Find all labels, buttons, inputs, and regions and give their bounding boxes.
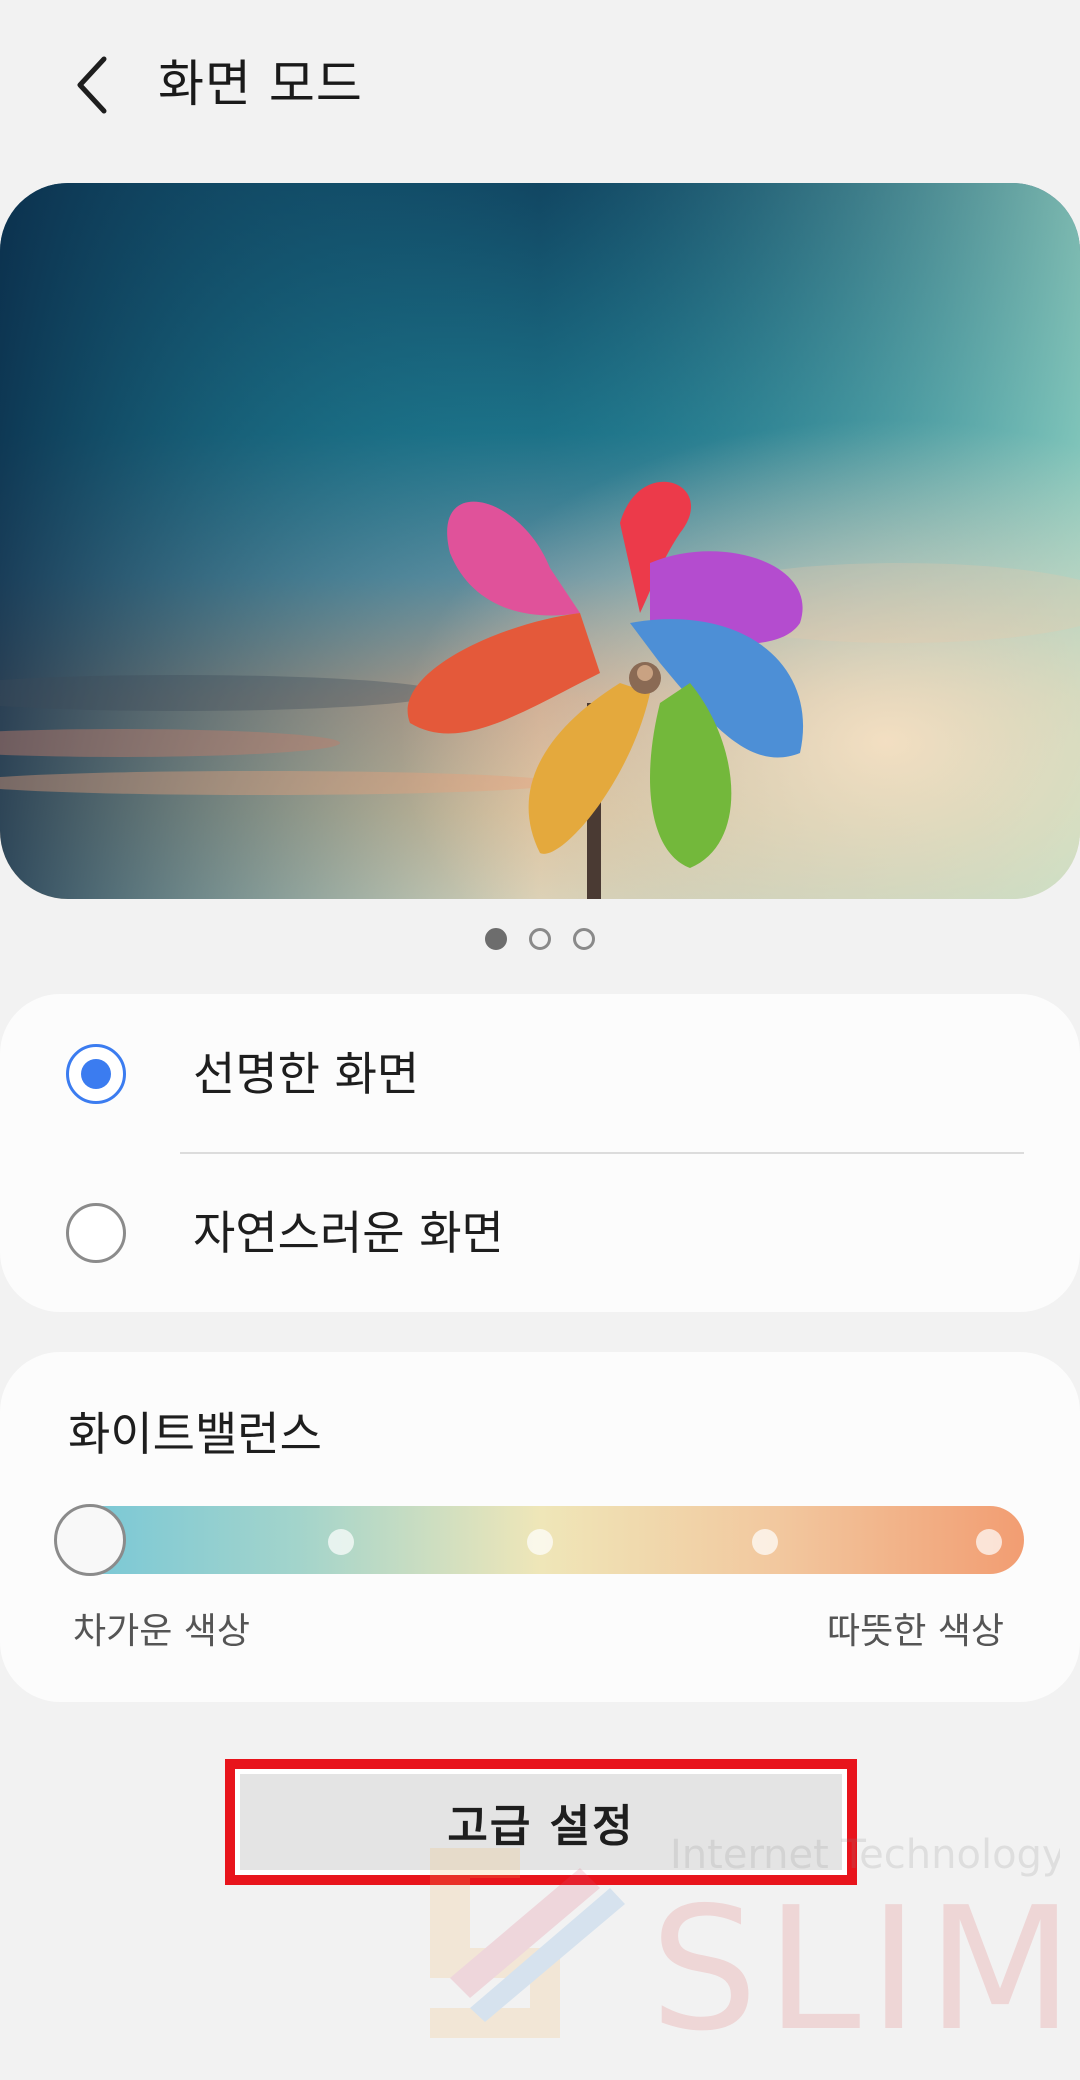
watermark-big-text: SLIM [650,1871,1060,2048]
preview-image[interactable] [0,183,1080,899]
page-title: 화면 모드 [158,55,363,113]
white-balance-slider[interactable] [54,1504,1024,1576]
page-dot-3[interactable] [573,928,595,950]
slider-step[interactable] [752,1529,778,1555]
mode-option-natural[interactable]: 자연스러운 화면 [0,1153,1080,1312]
white-balance-title: 화이트밸런스 [68,1407,322,1461]
page-dot-2[interactable] [529,928,551,950]
mode-option-label: 자연스러운 화면 [193,1205,504,1260]
preview-page-indicator [0,928,1080,952]
radio-button-checked[interactable] [66,1043,126,1104]
slider-thumb[interactable] [54,1504,126,1576]
pinwheel-sunset-image [0,183,1080,899]
advanced-settings-label: 고급 설정 [447,1801,635,1852]
chevron-left-icon [77,56,107,114]
page-dot-1[interactable] [485,928,507,950]
mode-option-label: 선명한 화면 [193,1046,420,1101]
app-bar: 화면 모드 [0,0,1080,170]
warm-color-label: 따뜻한 색상 [826,1611,1004,1652]
back-button[interactable] [62,50,122,120]
slider-step[interactable] [328,1529,354,1555]
slider-step[interactable] [976,1529,1002,1555]
cold-color-label: 차가운 색상 [73,1611,251,1652]
mode-option-vivid[interactable]: 선명한 화면 [0,994,1080,1153]
divider [180,1152,1024,1154]
advanced-settings-button[interactable]: 고급 설정 [240,1774,842,1870]
slider-step[interactable] [527,1529,553,1555]
radio-button-unchecked[interactable] [66,1202,126,1263]
